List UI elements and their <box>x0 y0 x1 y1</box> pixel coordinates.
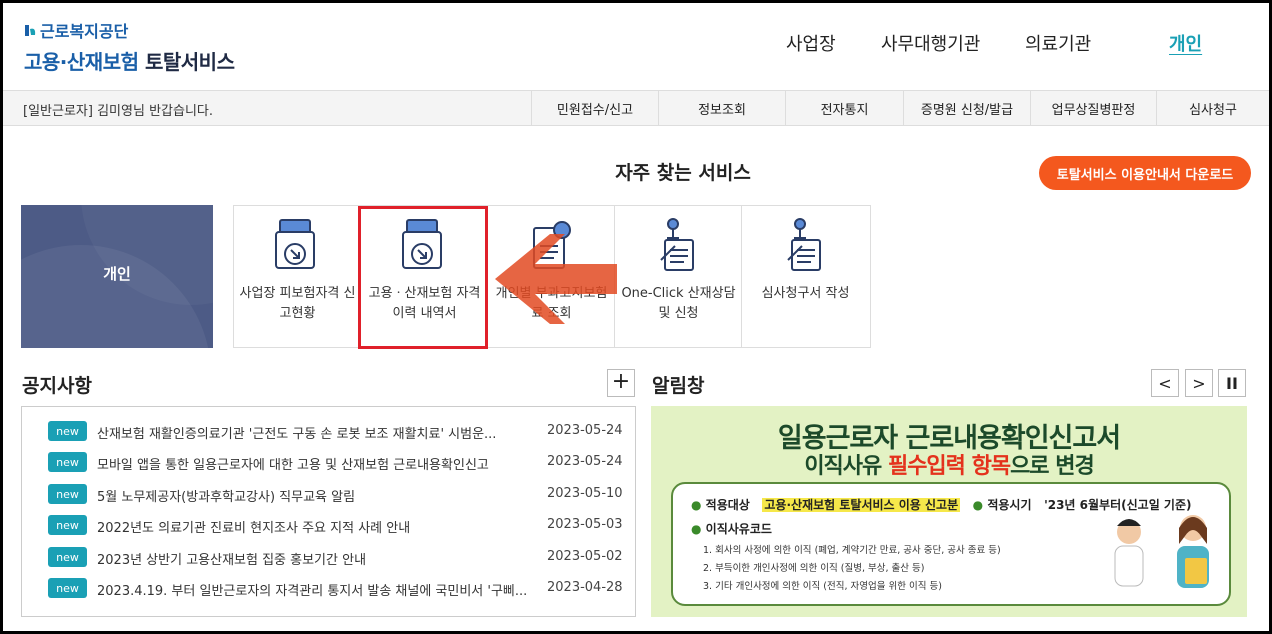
notice-text[interactable]: 산재보험 재활인증의료기관 '근전도 구동 손 로봇 보조 재활치료' 시범운.… <box>97 423 527 442</box>
notice-item[interactable]: new 2022년도 의료기관 진료비 현지조사 주요 지적 사례 안내 202… <box>22 513 635 537</box>
user-bar: [일반근로자] 김미영님 반갑습니다. 민원접수/신고 정보조회 전자통지 증명… <box>3 90 1269 126</box>
notice-item[interactable]: new 2023년 상반기 고용산재보험 집중 홍보기간 안내 2023-05-… <box>22 545 635 569</box>
nav-agency[interactable]: 사무대행기관 <box>881 30 980 56</box>
service-item-review-form[interactable]: 심사청구서 작성 <box>742 206 869 347</box>
notice-text[interactable]: 5월 노무제공자(방과후학교강사) 직무교육 알림 <box>97 486 527 505</box>
menu-info[interactable]: 정보조회 <box>658 91 785 125</box>
banner-sub-b: 필수입력 항목 <box>887 454 1011 479</box>
alert-title: 알림창 <box>652 375 705 397</box>
new-badge: new <box>48 578 87 598</box>
pause-button[interactable]: II <box>1218 369 1246 397</box>
service-item-oneclick[interactable]: One-Click 산재상담 및 신청 <box>615 206 742 347</box>
user-role: [일반근로자] <box>23 104 93 119</box>
category-label: 개인 <box>103 265 131 283</box>
notice-date: 2023-05-10 <box>547 486 623 501</box>
pointer-arrow-icon <box>495 232 620 331</box>
pen-document-icon <box>653 216 703 276</box>
global-nav: 사업장 사무대행기관 의료기관 개인 <box>0 30 1272 56</box>
greeting-text: 님 반갑습니다. <box>132 104 214 119</box>
download-guide-button[interactable]: 토탈서비스 이용안내서 다운로드 <box>1039 156 1251 190</box>
new-badge: new <box>48 484 87 504</box>
notice-date: 2023-04-28 <box>547 580 623 595</box>
nav-medical[interactable]: 의료기관 <box>1025 30 1091 56</box>
notice-text[interactable]: 2022년도 의료기관 진료비 현지조사 주요 지적 사례 안내 <box>97 517 527 536</box>
banner-sub-a: 이직사유 <box>804 454 882 479</box>
service-item-business-status[interactable]: 사업장 피보험자격 신고현황 <box>234 206 361 347</box>
code-item: 1. 회사의 사정에 의한 이직 (폐업, 계약기간 만료, 공사 중단, 공사… <box>703 545 1001 556</box>
pen-document-icon <box>780 216 830 276</box>
notice-item[interactable]: new 5월 노무제공자(방과후학교강사) 직무교육 알림 2023-05-10 <box>22 482 635 506</box>
menu-e-notice[interactable]: 전자통지 <box>785 91 903 125</box>
new-badge: new <box>48 547 87 567</box>
notice-item[interactable]: new 모바일 앱을 통한 일용근로자에 대한 고용 및 산재보험 근로내용확인… <box>22 450 635 474</box>
notice-text[interactable]: 모바일 앱을 통한 일용근로자에 대한 고용 및 산재보험 근로내용확인신고 <box>97 454 527 473</box>
notice-date: 2023-05-02 <box>547 549 623 564</box>
nav-personal[interactable]: 개인 <box>1169 30 1202 56</box>
menu-certificate[interactable]: 증명원 신청/발급 <box>903 91 1030 125</box>
code-item: 3. 기타 개인사정에 의한 이직 (전직, 자영업을 위한 이직 등) <box>703 581 942 592</box>
notice-text[interactable]: 2023.4.19. 부터 일반근로자의 자격관리 통지서 발송 채널에 국민비… <box>97 580 527 599</box>
menu-disease[interactable]: 업무상질병판정 <box>1030 91 1156 125</box>
next-button[interactable]: > <box>1185 369 1213 397</box>
notice-date: 2023-05-24 <box>547 454 623 469</box>
nav-business[interactable]: 사업장 <box>786 30 836 56</box>
menu-complaint[interactable]: 민원접수/신고 <box>531 91 658 125</box>
new-badge: new <box>48 452 87 472</box>
notice-item[interactable]: new 2023.4.19. 부터 일반근로자의 자격관리 통지서 발송 채널에… <box>22 576 635 600</box>
prev-button[interactable]: < <box>1151 369 1179 397</box>
service-label: One-Click 산재상담 및 신청 <box>621 286 736 321</box>
notice-date: 2023-05-24 <box>547 423 623 438</box>
service-label: 심사청구서 작성 <box>761 286 850 301</box>
people-illustration-icon <box>1081 446 1241 600</box>
scope-label: 적용대상 <box>705 498 750 512</box>
notice-more-button[interactable]: + <box>607 369 635 397</box>
highlight-box <box>358 206 488 349</box>
notice-date: 2023-05-03 <box>547 517 623 532</box>
user-name: 김미영 <box>97 104 133 119</box>
notice-item[interactable]: new 산재보험 재활인증의료기관 '근전도 구동 손 로봇 보조 재활치료' … <box>22 419 635 443</box>
code-item: 2. 부득이한 개인사정에 의한 이직 (질병, 부상, 출산 등) <box>703 563 925 574</box>
notice-title: 공지사항 <box>22 375 92 397</box>
banner-code-label: ● 이직사유코드 <box>691 522 772 536</box>
new-badge: new <box>48 421 87 441</box>
service-label: 사업장 피보험자격 신고현황 <box>239 286 356 321</box>
scope-value: 고용·산재보험 토탈서비스 이용 신고분 <box>762 498 961 512</box>
notice-list: new 산재보험 재활인증의료기관 '근전도 구동 손 로봇 보조 재활치료' … <box>21 406 636 617</box>
alert-banner[interactable]: 일용근로자 근로내용확인신고서 이직사유 필수입력 항목으로 변경 ● 적용대상… <box>651 406 1247 617</box>
notice-text[interactable]: 2023년 상반기 고용산재보험 집중 홍보기간 안내 <box>97 549 527 568</box>
menu-review[interactable]: 심사청구 <box>1156 91 1269 125</box>
code-label: 이직사유코드 <box>705 522 772 536</box>
folder-download-icon <box>272 216 322 276</box>
category-personal[interactable]: 개인 <box>21 205 213 348</box>
period-label: 적용시기 <box>987 498 1032 512</box>
new-badge: new <box>48 515 87 535</box>
user-greeting: [일반근로자] 김미영님 반갑습니다. <box>23 100 213 119</box>
